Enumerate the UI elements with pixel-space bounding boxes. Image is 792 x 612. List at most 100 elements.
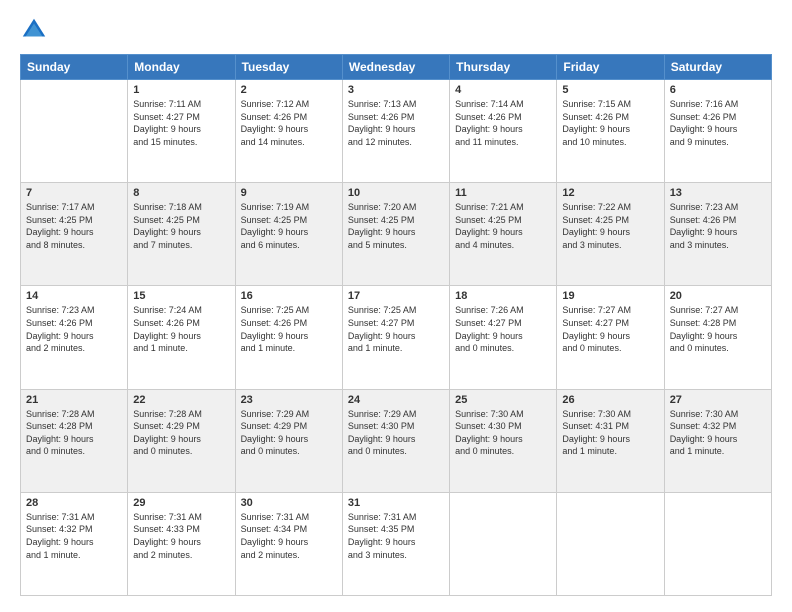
calendar-cell: 23 Sunrise: 7:29 AMSunset: 4:29 PMDayligh… [235, 389, 342, 492]
day-number: 5 [562, 84, 658, 96]
day-number: 24 [348, 394, 444, 406]
weekday-header-monday: Monday [128, 55, 235, 80]
day-number: 11 [455, 187, 551, 199]
calendar-cell: 28 Sunrise: 7:31 AMSunset: 4:32 PMDayligh… [21, 492, 128, 595]
day-number: 19 [562, 290, 658, 302]
header [20, 16, 772, 44]
day-info: Sunrise: 7:23 AMSunset: 4:26 PMDaylight:… [26, 304, 122, 354]
day-info: Sunrise: 7:30 AMSunset: 4:30 PMDaylight:… [455, 408, 551, 458]
day-info: Sunrise: 7:29 AMSunset: 4:29 PMDaylight:… [241, 408, 337, 458]
calendar-cell: 2Sunrise: 7:12 AMSunset: 4:26 PMDaylight… [235, 80, 342, 183]
day-info: Sunrise: 7:14 AMSunset: 4:26 PMDaylight:… [455, 98, 551, 148]
weekday-header-friday: Friday [557, 55, 664, 80]
calendar-cell: 29 Sunrise: 7:31 AMSunset: 4:33 PMDayligh… [128, 492, 235, 595]
calendar-cell: 9 Sunrise: 7:19 AMSunset: 4:25 PMDaylight… [235, 183, 342, 286]
calendar-cell [557, 492, 664, 595]
day-number: 14 [26, 290, 122, 302]
day-info: Sunrise: 7:27 AMSunset: 4:28 PMDaylight:… [670, 304, 766, 354]
calendar-cell: 21 Sunrise: 7:28 AMSunset: 4:28 PMDayligh… [21, 389, 128, 492]
day-number: 30 [241, 497, 337, 509]
calendar-cell [450, 492, 557, 595]
calendar-cell: 25Sunrise: 7:30 AMSunset: 4:30 PMDayligh… [450, 389, 557, 492]
calendar-cell: 31Sunrise: 7:31 AMSunset: 4:35 PMDayligh… [342, 492, 449, 595]
day-info: Sunrise: 7:28 AMSunset: 4:28 PMDaylight:… [26, 408, 122, 458]
day-info: Sunrise: 7:31 AMSunset: 4:32 PMDaylight:… [26, 511, 122, 561]
calendar-table: SundayMondayTuesdayWednesdayThursdayFrid… [20, 54, 772, 596]
week-row-5: 28 Sunrise: 7:31 AMSunset: 4:32 PMDayligh… [21, 492, 772, 595]
day-number: 3 [348, 84, 444, 96]
day-number: 12 [562, 187, 658, 199]
day-info: Sunrise: 7:21 AMSunset: 4:25 PMDaylight:… [455, 201, 551, 251]
week-row-1: 1 Sunrise: 7:11 AMSunset: 4:27 PMDaylight… [21, 80, 772, 183]
day-number: 28 [26, 497, 122, 509]
weekday-header-tuesday: Tuesday [235, 55, 342, 80]
calendar-cell: 17 Sunrise: 7:25 AMSunset: 4:27 PMDayligh… [342, 286, 449, 389]
weekday-header-thursday: Thursday [450, 55, 557, 80]
day-number: 1 [133, 84, 229, 96]
day-info: Sunrise: 7:22 AMSunset: 4:25 PMDaylight:… [562, 201, 658, 251]
calendar-cell: 14 Sunrise: 7:23 AMSunset: 4:26 PMDayligh… [21, 286, 128, 389]
calendar-cell: 7 Sunrise: 7:17 AMSunset: 4:25 PMDaylight… [21, 183, 128, 286]
calendar-cell: 22Sunrise: 7:28 AMSunset: 4:29 PMDayligh… [128, 389, 235, 492]
logo-icon [20, 16, 48, 44]
week-row-3: 14 Sunrise: 7:23 AMSunset: 4:26 PMDayligh… [21, 286, 772, 389]
week-row-4: 21 Sunrise: 7:28 AMSunset: 4:28 PMDayligh… [21, 389, 772, 492]
day-info: Sunrise: 7:17 AMSunset: 4:25 PMDaylight:… [26, 201, 122, 251]
calendar-cell: 6 Sunrise: 7:16 AMSunset: 4:26 PMDaylight… [664, 80, 771, 183]
day-info: Sunrise: 7:19 AMSunset: 4:25 PMDaylight:… [241, 201, 337, 251]
day-info: Sunrise: 7:23 AMSunset: 4:26 PMDaylight:… [670, 201, 766, 251]
calendar-cell [21, 80, 128, 183]
week-row-2: 7 Sunrise: 7:17 AMSunset: 4:25 PMDaylight… [21, 183, 772, 286]
day-number: 13 [670, 187, 766, 199]
day-number: 26 [562, 394, 658, 406]
day-number: 22 [133, 394, 229, 406]
day-info: Sunrise: 7:25 AMSunset: 4:27 PMDaylight:… [348, 304, 444, 354]
day-number: 17 [348, 290, 444, 302]
day-number: 15 [133, 290, 229, 302]
calendar-cell: 20 Sunrise: 7:27 AMSunset: 4:28 PMDayligh… [664, 286, 771, 389]
calendar-cell: 1 Sunrise: 7:11 AMSunset: 4:27 PMDaylight… [128, 80, 235, 183]
calendar-cell: 4 Sunrise: 7:14 AMSunset: 4:26 PMDaylight… [450, 80, 557, 183]
day-info: Sunrise: 7:13 AMSunset: 4:26 PMDaylight:… [348, 98, 444, 148]
day-number: 29 [133, 497, 229, 509]
day-number: 7 [26, 187, 122, 199]
day-info: Sunrise: 7:29 AMSunset: 4:30 PMDaylight:… [348, 408, 444, 458]
day-info: Sunrise: 7:31 AMSunset: 4:34 PMDaylight:… [241, 511, 337, 561]
calendar-cell: 8 Sunrise: 7:18 AMSunset: 4:25 PMDaylight… [128, 183, 235, 286]
calendar-cell: 18 Sunrise: 7:26 AMSunset: 4:27 PMDayligh… [450, 286, 557, 389]
calendar-cell: 15 Sunrise: 7:24 AMSunset: 4:26 PMDayligh… [128, 286, 235, 389]
day-number: 23 [241, 394, 337, 406]
calendar-cell: 19 Sunrise: 7:27 AMSunset: 4:27 PMDayligh… [557, 286, 664, 389]
weekday-header-row: SundayMondayTuesdayWednesdayThursdayFrid… [21, 55, 772, 80]
day-info: Sunrise: 7:26 AMSunset: 4:27 PMDaylight:… [455, 304, 551, 354]
day-number: 31 [348, 497, 444, 509]
day-info: Sunrise: 7:11 AMSunset: 4:27 PMDaylight:… [133, 98, 229, 148]
day-info: Sunrise: 7:24 AMSunset: 4:26 PMDaylight:… [133, 304, 229, 354]
day-number: 18 [455, 290, 551, 302]
day-number: 9 [241, 187, 337, 199]
day-info: Sunrise: 7:25 AMSunset: 4:26 PMDaylight:… [241, 304, 337, 354]
day-number: 21 [26, 394, 122, 406]
weekday-header-sunday: Sunday [21, 55, 128, 80]
weekday-header-saturday: Saturday [664, 55, 771, 80]
day-number: 2 [241, 84, 337, 96]
calendar-cell: 27Sunrise: 7:30 AMSunset: 4:32 PMDayligh… [664, 389, 771, 492]
calendar-cell: 13 Sunrise: 7:23 AMSunset: 4:26 PMDayligh… [664, 183, 771, 286]
day-info: Sunrise: 7:16 AMSunset: 4:26 PMDaylight:… [670, 98, 766, 148]
calendar-cell: 26 Sunrise: 7:30 AMSunset: 4:31 PMDayligh… [557, 389, 664, 492]
day-info: Sunrise: 7:27 AMSunset: 4:27 PMDaylight:… [562, 304, 658, 354]
day-number: 4 [455, 84, 551, 96]
calendar-cell: 5 Sunrise: 7:15 AMSunset: 4:26 PMDaylight… [557, 80, 664, 183]
calendar-cell: 10Sunrise: 7:20 AMSunset: 4:25 PMDayligh… [342, 183, 449, 286]
day-info: Sunrise: 7:18 AMSunset: 4:25 PMDaylight:… [133, 201, 229, 251]
day-number: 8 [133, 187, 229, 199]
day-number: 27 [670, 394, 766, 406]
day-info: Sunrise: 7:15 AMSunset: 4:26 PMDaylight:… [562, 98, 658, 148]
day-info: Sunrise: 7:31 AMSunset: 4:33 PMDaylight:… [133, 511, 229, 561]
calendar-cell: 30 Sunrise: 7:31 AMSunset: 4:34 PMDayligh… [235, 492, 342, 595]
logo [20, 16, 52, 44]
day-info: Sunrise: 7:30 AMSunset: 4:31 PMDaylight:… [562, 408, 658, 458]
calendar-cell: 24 Sunrise: 7:29 AMSunset: 4:30 PMDayligh… [342, 389, 449, 492]
day-number: 6 [670, 84, 766, 96]
day-number: 20 [670, 290, 766, 302]
